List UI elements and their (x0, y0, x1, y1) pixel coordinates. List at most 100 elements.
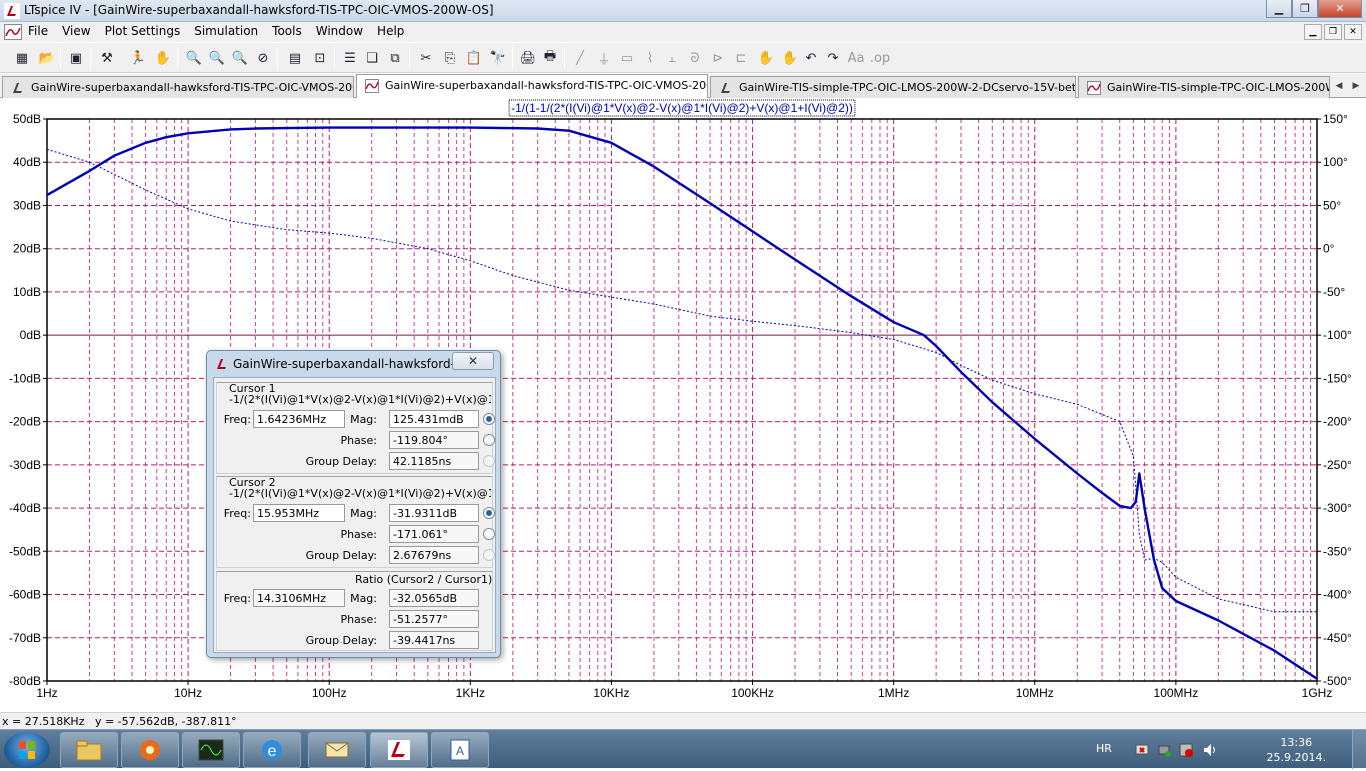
find-icon[interactable]: 🔭 (488, 48, 508, 68)
ltspice-app-icon[interactable] (4, 3, 20, 19)
autoscale-icon[interactable]: ▤ (285, 48, 305, 68)
mail-taskbar-button[interactable] (308, 732, 366, 768)
cascade-icon[interactable]: ❏ (362, 48, 382, 68)
wire-icon[interactable]: ╱ (570, 48, 590, 68)
run-icon[interactable]: 🏃 (128, 48, 148, 68)
label-icon[interactable]: ▭ (617, 48, 637, 68)
input-language[interactable]: HR (1096, 742, 1112, 755)
capacitor-icon[interactable]: ⫠ (662, 48, 682, 68)
ratio-mag-field[interactable]: -32.0565dB (389, 589, 479, 607)
cursor2-group-delay-field[interactable]: 2.67679ns (389, 546, 479, 564)
ground-icon[interactable]: ⏚ (594, 48, 614, 68)
ie-taskbar-button[interactable]: e (243, 732, 301, 768)
x-tick-label: 10MHz (1016, 686, 1054, 700)
minimize-button[interactable]: ▁ (1266, 0, 1292, 18)
tab-schematic-lmos[interactable]: GainWire-TIS-simple-TPC-OIC-LMOS-200W-2-… (710, 76, 1076, 98)
network-icon[interactable] (1134, 742, 1150, 758)
spice-directive-icon[interactable]: .op (870, 48, 890, 68)
clock[interactable]: 13:36 25.9.2014. (1267, 735, 1326, 765)
print-preview-icon[interactable]: 🖨 (518, 48, 538, 68)
tab-scroll-left-icon[interactable]: ◀ (1331, 78, 1347, 94)
save-icon[interactable]: ▣ (66, 48, 86, 68)
scope-taskbar-button[interactable] (182, 732, 240, 768)
cursor1-mag-field[interactable]: 125.431mdB (389, 410, 479, 428)
show-desktop-button[interactable] (1352, 730, 1366, 769)
mdi-minimize-button[interactable]: ▁ (1304, 24, 1322, 40)
fit-icon[interactable]: ⊡ (310, 48, 330, 68)
open-schematic-icon[interactable]: ▦ (12, 48, 32, 68)
explorer-taskbar-button[interactable] (60, 732, 118, 768)
cursor2-phase-field[interactable]: -171.061° (389, 525, 479, 543)
action-center-icon[interactable] (1178, 742, 1194, 758)
cursor2-phase-radio[interactable] (483, 528, 495, 540)
zoom-pan-icon[interactable]: 🔍 (207, 48, 227, 68)
tab-waveform-vmos[interactable]: GainWire-superbaxandall-hawksford-TIS-TP… (356, 74, 708, 99)
cursor2-group-delay-radio[interactable] (483, 549, 495, 561)
ltspice-taskbar-button[interactable] (370, 732, 428, 768)
text-icon[interactable]: Aa (846, 48, 866, 68)
tile-vertical-icon[interactable]: ⧉ (385, 48, 405, 68)
zoom-in-icon[interactable]: 🔍 (184, 48, 204, 68)
dialog-close-button[interactable]: ✕ (452, 352, 494, 370)
inductor-icon[interactable]: ᘐ (685, 48, 705, 68)
cursor1-phase-field[interactable]: -119.804° (389, 431, 479, 449)
ratio-mag-label: Mag: (350, 592, 377, 605)
menu-file[interactable]: File (28, 24, 48, 38)
zoom-out-icon[interactable]: 🔍 (230, 48, 250, 68)
print-icon[interactable]: 🖶 (540, 48, 560, 68)
volume-icon[interactable] (1202, 742, 1218, 758)
ratio-group-delay-field[interactable]: -39.4417ns (389, 631, 479, 649)
cut-icon[interactable]: ✂ (416, 48, 436, 68)
tile-horizontal-icon[interactable]: ☰ (340, 48, 360, 68)
drag-icon[interactable]: ✋ (780, 48, 800, 68)
close-button[interactable]: ✕ (1318, 0, 1362, 18)
x-tick-label: 1GHz (1302, 686, 1333, 700)
halt-icon[interactable]: ✋ (153, 48, 173, 68)
ratio-phase-field[interactable]: -51.2577° (389, 610, 479, 628)
undo-icon[interactable]: ↶ (801, 48, 821, 68)
y-right-tick-label: -400° (1323, 588, 1352, 602)
open-file-icon[interactable]: 📂 (37, 48, 57, 68)
menu-tools[interactable]: Tools (272, 24, 302, 38)
diode-icon[interactable]: ⊳ (708, 48, 728, 68)
cursor1-freq-field[interactable]: 1.64236MHz (253, 410, 345, 428)
menu-window[interactable]: Window (316, 24, 363, 38)
menu-help[interactable]: Help (377, 24, 404, 38)
paste-icon[interactable]: 📋 (464, 48, 484, 68)
x-tick-label: 100KHz (731, 686, 774, 700)
menu-view[interactable]: View (62, 24, 90, 38)
cursor2-mag-field[interactable]: -31.9311dB (389, 504, 479, 522)
mdi-close-button[interactable]: ✕ (1344, 24, 1362, 40)
y-right-tick-label: -50° (1323, 285, 1345, 299)
usb-icon[interactable] (1156, 742, 1172, 758)
waveform-plot[interactable]: 50dB 40dB 30dB 20dB 10dB 0dB -10dB -20dB -30dB -4… (0, 98, 1366, 712)
control-panel-icon[interactable]: ⚒ (97, 48, 117, 68)
wordpad-taskbar-button[interactable]: A (431, 732, 489, 768)
move-icon[interactable]: ✋ (756, 48, 776, 68)
copy-icon[interactable]: ⎘ (440, 48, 460, 68)
tab-schematic-vmos[interactable]: GainWire-superbaxandall-hawksford-TIS-TP… (2, 76, 354, 98)
start-button[interactable] (4, 732, 50, 768)
tab-waveform-lmos[interactable]: GainWire-TIS-simple-TPC-OIC-LMOS-200W-2-… (1078, 76, 1330, 98)
mdi-restore-button[interactable]: ❐ (1324, 24, 1342, 40)
ratio-freq-field[interactable]: 14.3106MHz (253, 589, 345, 607)
ratio-freq-label: Freq: (223, 592, 251, 605)
cursor1-phase-radio[interactable] (483, 434, 495, 446)
cursor1-mag-radio[interactable] (483, 413, 495, 425)
maximize-button[interactable]: ❐ (1292, 0, 1318, 18)
menu-simulation[interactable]: Simulation (194, 24, 258, 38)
component-icon[interactable]: ⊏ (731, 48, 751, 68)
cursor2-mag-radio[interactable] (483, 507, 495, 519)
waveform-window-icon[interactable] (4, 24, 22, 40)
zoom-cancel-icon[interactable]: ⊘ (253, 48, 273, 68)
redo-icon[interactable]: ↷ (823, 48, 843, 68)
cursor1-group-delay-radio[interactable] (483, 455, 495, 467)
media-taskbar-button[interactable] (121, 732, 179, 768)
cursor2-freq-field[interactable]: 15.953MHz (253, 504, 345, 522)
tab-scroll-right-icon[interactable]: ▶ (1348, 78, 1364, 94)
menu-plot-settings[interactable]: Plot Settings (105, 24, 181, 38)
resistor-icon[interactable]: ⌇ (640, 48, 660, 68)
cursor1-group-delay-field[interactable]: 42.1185ns (389, 452, 479, 470)
cursor-dialog: GainWire-superbaxandall-hawksford-... ✕ … (206, 350, 501, 658)
bode-plot[interactable]: 50dB 40dB 30dB 20dB 10dB 0dB -10dB -20dB -30dB -4… (0, 98, 1366, 712)
